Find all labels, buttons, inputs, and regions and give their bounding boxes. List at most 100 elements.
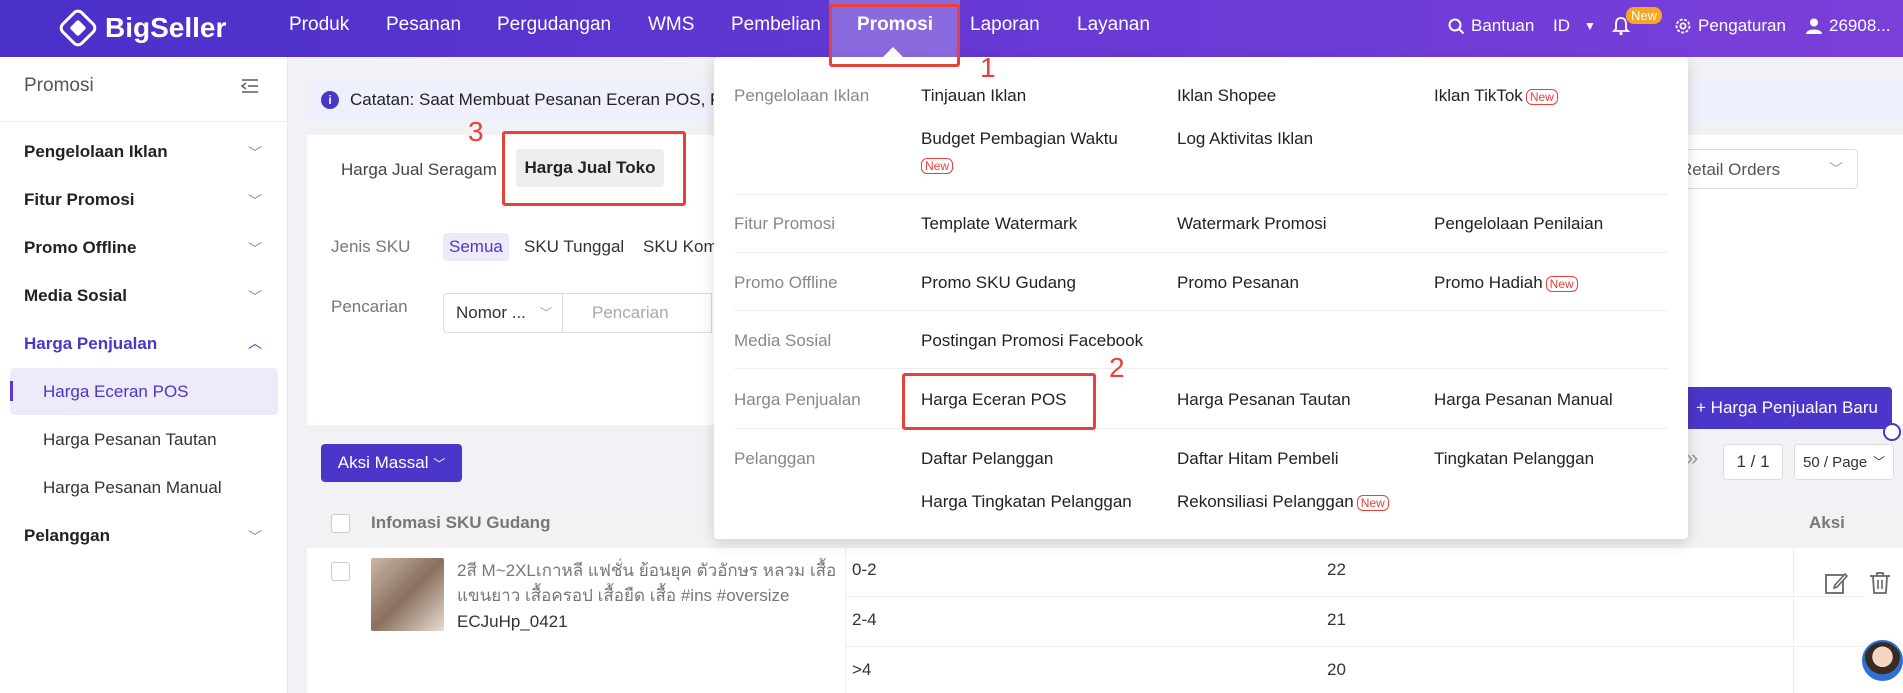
tier-price: 21	[1327, 610, 1346, 629]
retail-orders-select[interactable]: Retail Orders ﹀	[1663, 149, 1858, 189]
scroll-handle[interactable]	[1883, 423, 1901, 441]
menu-item-harga-pesanan-tautan[interactable]: Harga Pesanan Tautan	[1177, 390, 1351, 410]
bigseller-logo[interactable]: BigSeller	[56, 6, 227, 50]
nav-pembelian[interactable]: Pembelian	[731, 14, 821, 36]
collapse-sidebar-icon[interactable]	[241, 77, 259, 95]
select-all-checkbox[interactable]	[331, 514, 350, 533]
menu-item-postingan-promosi-facebook[interactable]: Postingan Promosi Facebook	[921, 331, 1143, 351]
search-icon	[1448, 18, 1465, 34]
sidebar-item-harga-pesanan-manual[interactable]: Harga Pesanan Manual	[43, 478, 222, 498]
user-menu[interactable]: 26908...	[1805, 16, 1890, 36]
row-checkbox[interactable]	[331, 562, 350, 581]
annotation-box-promosi	[829, 4, 960, 67]
chevron-down-icon: ﹀	[1872, 455, 1885, 469]
menu-item-daftar-pelanggan[interactable]: Daftar Pelanggan	[921, 449, 1053, 469]
sidebar-group-harga-penjualan[interactable]: Harga Penjualan	[24, 334, 157, 354]
nav-wms[interactable]: WMS	[648, 14, 694, 36]
bulk-action-button[interactable]: Aksi Massal ﹀	[321, 444, 462, 482]
language-select[interactable]: ID ▼	[1553, 16, 1596, 36]
menu-item-budget-pembagian-waktu[interactable]: Budget Pembagian Waktu	[921, 129, 1118, 149]
menu-item-harga-tingkatan-pelanggan[interactable]: Harga Tingkatan Pelanggan	[921, 492, 1132, 512]
customer-service-avatar[interactable]	[1862, 640, 1903, 681]
menu-item-log-aktivitas-iklan[interactable]: Log Aktivitas Iklan	[1177, 129, 1313, 149]
tier-quantity: 0-2	[852, 560, 877, 579]
search-input[interactable]: Pencarian	[562, 293, 712, 333]
brand-name: BigSeller	[105, 12, 227, 43]
menu-item-tinjauan-iklan[interactable]: Tinjauan Iklan	[921, 86, 1026, 106]
chevron-down-icon[interactable]: ﹀	[248, 143, 262, 163]
settings-link[interactable]: Pengaturan	[1674, 16, 1786, 36]
chevron-up-icon[interactable]: ︿	[248, 333, 262, 353]
chevron-down-icon: ﹀	[433, 457, 446, 471]
nav-pergudangan[interactable]: Pergudangan	[497, 14, 611, 36]
nav-pesanan[interactable]: Pesanan	[386, 14, 461, 36]
product-thumbnail	[371, 558, 444, 631]
menu-item-promo-pesanan[interactable]: Promo Pesanan	[1177, 273, 1299, 293]
page-indicator[interactable]: 1 / 1	[1723, 444, 1783, 480]
add-sales-price-button[interactable]: + Harga Penjualan Baru	[1682, 387, 1892, 429]
sidebar-group-media-sosial[interactable]: Media Sosial	[24, 286, 127, 306]
search-field-value: Nomor ...	[456, 303, 526, 322]
menu-item-daftar-hitam-pembeli[interactable]: Daftar Hitam Pembeli	[1177, 449, 1339, 469]
annotation-number-3: 3	[468, 116, 484, 147]
settings-label: Pengaturan	[1698, 16, 1786, 35]
nav-laporan[interactable]: Laporan	[970, 14, 1040, 36]
chevron-down-icon: ﹀	[539, 306, 552, 320]
menu-item-rekonsiliasi-pelanggan[interactable]: Rekonsiliasi Pelanggan New	[1177, 492, 1389, 512]
tier-price: 20	[1327, 660, 1346, 679]
chevron-down-icon[interactable]: ﹀	[248, 239, 262, 259]
nav-produk[interactable]: Produk	[289, 14, 349, 36]
sku-filter-semua[interactable]: Semua	[443, 233, 509, 261]
page-size-value: 50 / Page	[1803, 454, 1868, 471]
chevron-down-icon[interactable]: ﹀	[248, 191, 262, 211]
menu-item-iklan-tiktok[interactable]: Iklan TikTok New	[1434, 86, 1558, 106]
new-badge: New	[1626, 7, 1663, 24]
tab-harga-jual-seragam[interactable]: Harga Jual Seragam	[341, 160, 497, 180]
annotation-box-harga-jual-toko	[502, 131, 686, 206]
sku-filter-kombinasi[interactable]: SKU Kom	[643, 237, 718, 257]
nav-layanan[interactable]: Layanan	[1077, 14, 1150, 36]
sidebar-item-harga-eceran-pos[interactable]: Harga Eceran POS	[43, 382, 189, 402]
promosi-dropdown-menu: Pengelolaan Iklan Tinjauan Iklan Iklan S…	[714, 57, 1688, 539]
caret-down-icon: ▼	[1584, 19, 1596, 33]
annotation-box-harga-eceran-pos	[902, 373, 1096, 430]
help-link[interactable]: Bantuan	[1448, 16, 1534, 36]
dropdown-category-pelanggan: Pelanggan	[734, 449, 816, 468]
menu-item-promo-hadiah[interactable]: Promo Hadiah New	[1434, 273, 1578, 293]
chevron-down-icon[interactable]: ﹀	[248, 287, 262, 307]
sidebar-group-pelanggan[interactable]: Pelanggan	[24, 526, 110, 546]
sidebar-item-harga-pesanan-tautan[interactable]: Harga Pesanan Tautan	[43, 430, 217, 450]
info-icon: i	[321, 91, 339, 109]
sku-filter-tunggal[interactable]: SKU Tunggal	[524, 237, 624, 257]
sidebar-group-pengelolaan-iklan[interactable]: Pengelolaan Iklan	[24, 142, 168, 162]
sidebar-group-fitur-promosi[interactable]: Fitur Promosi	[24, 190, 135, 210]
menu-item-tingkatan-pelanggan[interactable]: Tingkatan Pelanggan	[1434, 449, 1594, 469]
search-label: Pencarian	[331, 297, 408, 316]
product-name: 2สี M~2XLเกาหลี แฟชั่น ย้อนยุค ตัวอักษร …	[457, 561, 837, 605]
menu-item-harga-pesanan-manual[interactable]: Harga Pesanan Manual	[1434, 390, 1613, 410]
menu-item-template-watermark[interactable]: Template Watermark	[921, 214, 1077, 234]
chevron-down-icon[interactable]: ﹀	[248, 527, 262, 547]
sku-type-label: Jenis SKU	[331, 237, 411, 256]
sidebar-title: Promosi	[24, 75, 94, 96]
menu-item-label: Promo Hadiah	[1434, 273, 1543, 292]
sidebar-group-promo-offline[interactable]: Promo Offline	[24, 238, 136, 258]
page-size-select[interactable]: 50 / Page ﹀	[1794, 444, 1894, 480]
annotation-number-2: 2	[1109, 352, 1125, 383]
edit-icon[interactable]	[1823, 570, 1849, 596]
user-icon	[1806, 18, 1822, 34]
sidebar-divider	[0, 121, 288, 122]
header-action: Aksi	[1809, 513, 1845, 532]
new-tag: New	[1356, 494, 1389, 511]
language-label: ID	[1553, 16, 1570, 35]
gear-icon	[1675, 18, 1691, 34]
menu-item-watermark-promosi[interactable]: Watermark Promosi	[1177, 214, 1327, 234]
dropdown-category-fitur-promosi: Fitur Promosi	[734, 214, 836, 233]
bulk-action-label: Aksi Massal	[337, 453, 429, 472]
search-field-select[interactable]: Nomor ... ﹀	[443, 293, 563, 333]
menu-item-iklan-shopee[interactable]: Iklan Shopee	[1177, 86, 1276, 106]
menu-item-promo-sku-gudang[interactable]: Promo SKU Gudang	[921, 273, 1076, 293]
menu-item-pengelolaan-penilaian[interactable]: Pengelolaan Penilaian	[1434, 214, 1603, 234]
search-placeholder: Pencarian	[592, 303, 669, 322]
delete-icon[interactable]	[1867, 570, 1893, 596]
